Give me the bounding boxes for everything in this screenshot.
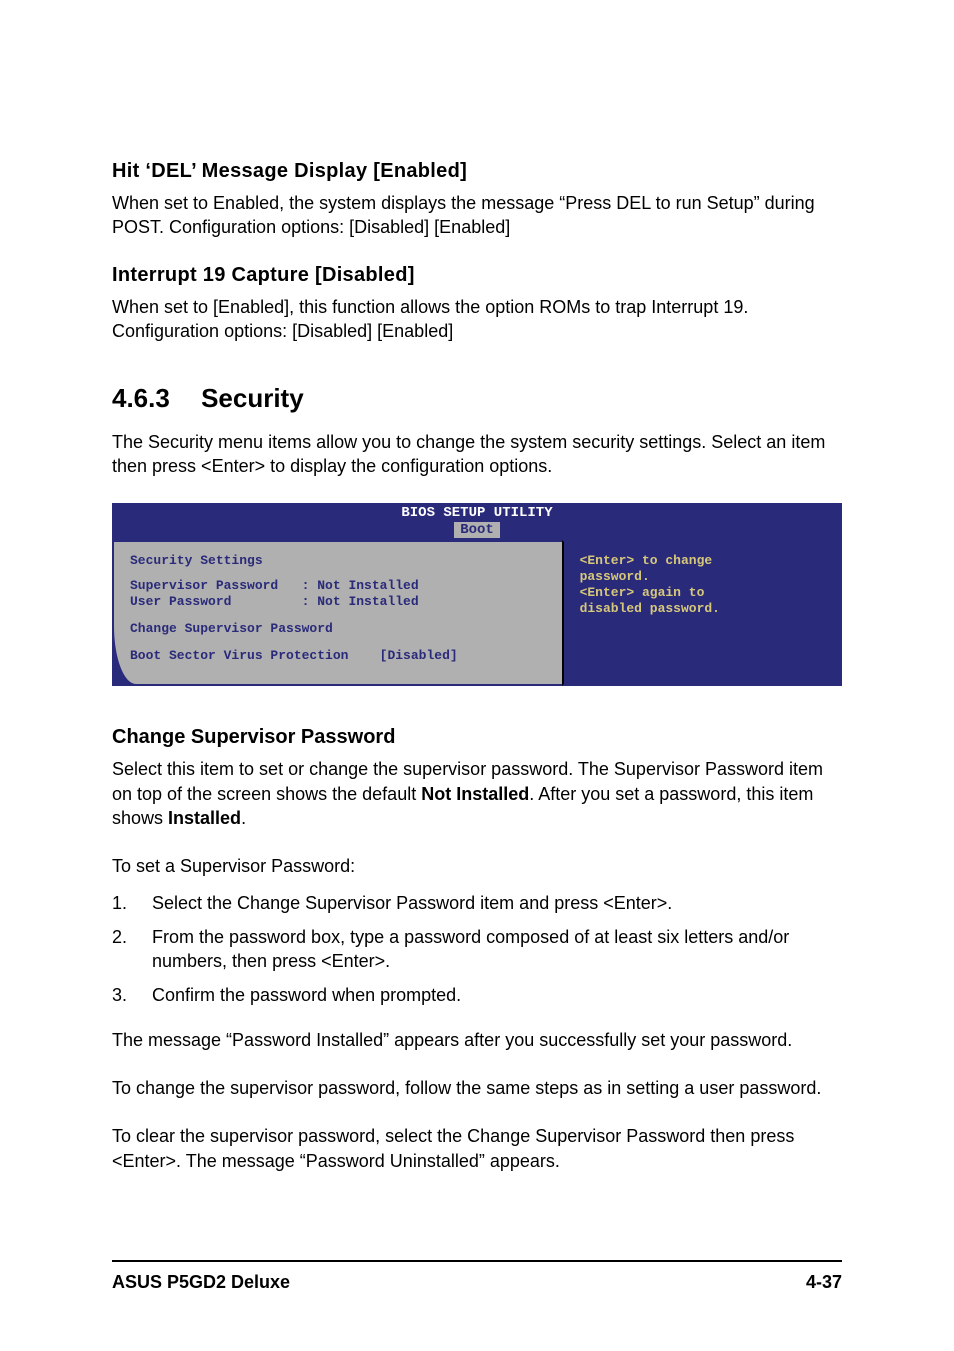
bios-header-title: BIOS SETUP UTILITY (112, 505, 842, 522)
interrupt-heading: Interrupt 19 Capture [Disabled] (112, 264, 842, 287)
interrupt-body: When set to [Enabled], this function all… (112, 295, 842, 344)
bios-user-password: User Password : Not Installed (130, 594, 546, 609)
bios-tab-boot: Boot (454, 522, 500, 539)
change-password-p1: Select this item to set or change the su… (112, 757, 842, 830)
step-3-text: Confirm the password when prompted. (152, 983, 842, 1007)
footer-page-number: 4-37 (806, 1272, 842, 1293)
security-heading: 4.6.3 Security (112, 383, 842, 414)
hit-del-heading: Hit ‘DEL’ Message Display [Enabled] (112, 160, 842, 183)
page-footer: ASUS P5GD2 Deluxe 4-37 (112, 1260, 842, 1293)
bios-boot-sector-virus: Boot Sector Virus Protection [Disabled] (130, 648, 546, 663)
footer-product: ASUS P5GD2 Deluxe (112, 1272, 290, 1293)
security-intro: The Security menu items allow you to cha… (112, 430, 842, 479)
change-password-p3: The message “Password Installed” appears… (112, 1028, 842, 1052)
bios-help-line2: password. (580, 569, 824, 584)
change-password-p4: To change the supervisor password, follo… (112, 1076, 842, 1100)
step-1-num: 1. (112, 891, 152, 915)
not-installed-bold: Not Installed (421, 784, 529, 804)
steps-list: 1. Select the Change Supervisor Password… (112, 891, 842, 1008)
bios-screenshot: BIOS SETUP UTILITY Boot Security Setting… (112, 503, 842, 687)
change-password-p5: To clear the supervisor password, select… (112, 1124, 842, 1173)
security-title: Security (201, 383, 304, 413)
step-1: 1. Select the Change Supervisor Password… (112, 891, 842, 915)
bios-change-supervisor: Change Supervisor Password (130, 621, 546, 636)
bios-body: Security Settings Supervisor Password : … (112, 538, 842, 686)
step-1-text: Select the Change Supervisor Password it… (152, 891, 842, 915)
step-2-num: 2. (112, 925, 152, 974)
step-2-text: From the password box, type a password c… (152, 925, 842, 974)
bios-supervisor-password: Supervisor Password : Not Installed (130, 578, 546, 593)
section-hit-del: Hit ‘DEL’ Message Display [Enabled] When… (112, 160, 842, 240)
step-3: 3. Confirm the password when prompted. (112, 983, 842, 1007)
bios-header: BIOS SETUP UTILITY Boot (112, 503, 842, 539)
change-password-p2: To set a Supervisor Password: (112, 854, 842, 878)
change-password-heading: Change Supervisor Password (112, 726, 842, 749)
bios-security-settings: Security Settings (130, 553, 546, 568)
installed-bold: Installed (168, 808, 241, 828)
bios-help-line3: <Enter> again to (580, 585, 824, 600)
bios-right-panel: <Enter> to change password. <Enter> agai… (562, 540, 842, 686)
section-interrupt: Interrupt 19 Capture [Disabled] When set… (112, 264, 842, 344)
bios-left-panel: Security Settings Supervisor Password : … (112, 540, 562, 686)
bios-help-line4: disabled password. (580, 601, 824, 616)
security-number: 4.6.3 (112, 383, 170, 414)
bios-help-line1: <Enter> to change (580, 553, 824, 568)
hit-del-body: When set to Enabled, the system displays… (112, 191, 842, 240)
step-3-num: 3. (112, 983, 152, 1007)
step-2: 2. From the password box, type a passwor… (112, 925, 842, 974)
